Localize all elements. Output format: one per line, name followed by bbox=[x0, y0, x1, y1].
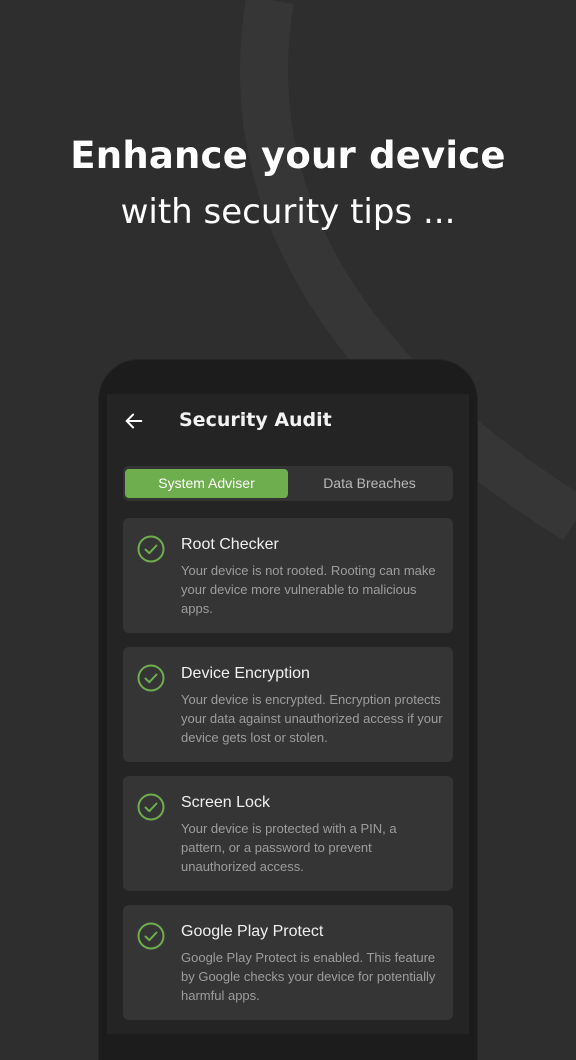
audit-card-google-play-protect[interactable]: Google Play Protect Google Play Protect … bbox=[123, 905, 453, 1020]
audit-card-root-checker[interactable]: Root Checker Your device is not rooted. … bbox=[123, 518, 453, 633]
arrow-left-icon[interactable] bbox=[123, 410, 145, 432]
audit-card-device-encryption[interactable]: Device Encryption Your device is encrypt… bbox=[123, 647, 453, 762]
phone-mockup: Security Audit System Adviser Data Breac… bbox=[99, 360, 477, 1060]
card-description: Your device is protected with a PIN, a p… bbox=[181, 821, 397, 874]
headline-line-1: Enhance your device bbox=[70, 134, 506, 177]
card-title: Root Checker bbox=[181, 536, 279, 553]
audit-card-screen-lock[interactable]: Screen Lock Your device is protected wit… bbox=[123, 776, 453, 891]
headline: Enhance your device with security tips .… bbox=[0, 130, 576, 242]
tab-data-breaches[interactable]: Data Breaches bbox=[288, 469, 451, 498]
card-title: Screen Lock bbox=[181, 794, 270, 811]
card-title: Device Encryption bbox=[181, 665, 310, 682]
tab-system-adviser[interactable]: System Adviser bbox=[125, 469, 288, 498]
check-circle-icon bbox=[137, 664, 165, 692]
card-description: Your device is encrypted. Encryption pro… bbox=[181, 692, 443, 745]
app-bar: Security Audit bbox=[107, 394, 469, 454]
phone-screen: Security Audit System Adviser Data Breac… bbox=[107, 394, 469, 1034]
segmented-tabs: System Adviser Data Breaches bbox=[123, 466, 453, 501]
check-circle-icon bbox=[137, 922, 165, 950]
card-title: Google Play Protect bbox=[181, 923, 324, 940]
page-title: Security Audit bbox=[179, 409, 332, 431]
card-description: Google Play Protect is enabled. This fea… bbox=[181, 950, 436, 1003]
check-circle-icon bbox=[137, 793, 165, 821]
card-description: Your device is not rooted. Rooting can m… bbox=[181, 563, 436, 616]
headline-line-2: with security tips ... bbox=[120, 192, 456, 232]
check-circle-icon bbox=[137, 535, 165, 563]
